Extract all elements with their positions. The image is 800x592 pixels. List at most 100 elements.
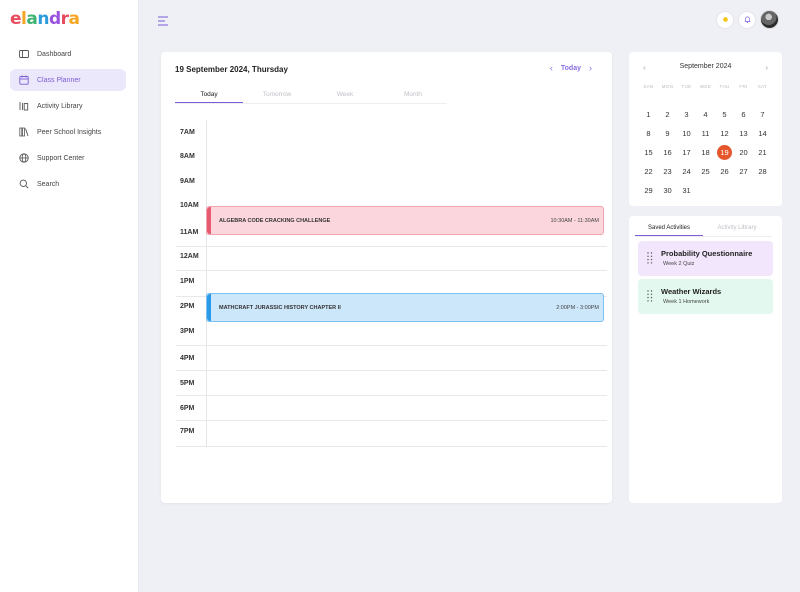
day-number: 20 — [739, 148, 748, 157]
avatar[interactable] — [760, 10, 779, 29]
sidebar-item-support-center[interactable]: Support Center — [10, 147, 126, 169]
sidebar-item-activity-library[interactable]: Activity Library — [10, 95, 126, 117]
drag-handle-icon[interactable] — [647, 290, 653, 302]
calendar-days: 1 2 3 4 5 6 7 8 9 10 11 12 13 14 15 16 17 18 19 20 21 22 23 24 2… — [639, 105, 772, 200]
calendar-day[interactable]: 24 — [677, 162, 696, 181]
calendar-day[interactable]: 10 — [677, 124, 696, 143]
calendar-icon — [19, 75, 29, 85]
weekday-label: THU — [719, 84, 730, 89]
logo[interactable]: elandra — [10, 9, 80, 29]
calendar-day[interactable]: 20 — [734, 143, 753, 162]
sidebar-item-label: Support Center — [37, 154, 85, 162]
calendar-day[interactable]: 25 — [696, 162, 715, 181]
sidebar-item-search[interactable]: Search — [10, 173, 126, 195]
hour-gridline — [176, 246, 607, 247]
hour-gridline — [176, 270, 607, 271]
drag-handle-icon[interactable] — [647, 252, 653, 264]
tab-activity-library[interactable]: Activity Library — [703, 225, 771, 236]
calendar-day[interactable]: 13 — [734, 124, 753, 143]
sidebar-item-class-planner[interactable]: Class Planner — [10, 69, 126, 91]
page-title: 19 September 2024, Thursday — [175, 65, 288, 74]
calendar-day[interactable]: 9 — [658, 124, 677, 143]
time-label: 12AM — [180, 253, 199, 260]
activity-title: Probability Questionnaire — [661, 249, 753, 258]
menu-toggle-button[interactable] — [157, 14, 169, 26]
calendar-day-selected[interactable]: 19 — [715, 143, 734, 162]
logo-letter: r — [60, 9, 69, 29]
date-navigation: ‹ Today › — [550, 63, 592, 73]
calendar-month-label: September 2024 — [679, 63, 732, 70]
calendar-day[interactable]: 23 — [658, 162, 677, 181]
calendar-day[interactable]: 31 — [677, 181, 696, 200]
time-label: 10AM — [180, 202, 199, 209]
layout-icon — [19, 49, 29, 59]
today-button[interactable]: Today — [561, 65, 581, 72]
calendar-day[interactable]: 14 — [753, 124, 772, 143]
tab-week[interactable]: Week — [311, 91, 379, 103]
calendar-day[interactable]: 26 — [715, 162, 734, 181]
time-label: 5PM — [180, 380, 195, 387]
chevron-left-icon[interactable]: ‹ — [643, 63, 646, 72]
calendar-day[interactable]: 27 — [734, 162, 753, 181]
day-number: 11 — [701, 129, 710, 138]
logo-letter: d — [48, 9, 61, 29]
weekday-label: SAN — [643, 84, 654, 89]
calendar-day[interactable]: 30 — [658, 181, 677, 200]
day-number: 24 — [682, 167, 691, 176]
calendar-day[interactable]: 17 — [677, 143, 696, 162]
tab-tomorrow[interactable]: Tomorrow — [243, 91, 311, 103]
calendar-day[interactable]: 6 — [734, 105, 753, 124]
day-number: 21 — [758, 148, 767, 157]
calendar-day[interactable]: 3 — [677, 105, 696, 124]
time-label: 2PM — [180, 303, 195, 310]
day-number: 8 — [646, 129, 651, 138]
sidebar-item-label: Search — [37, 180, 60, 188]
chevron-left-icon[interactable]: ‹ — [550, 63, 553, 73]
event-card[interactable]: MATHCRAFT JURASSIC HISTORY CHAPTER II 2:… — [206, 293, 604, 322]
time-label: 3PM — [180, 328, 195, 335]
calendar-day[interactable]: 7 — [753, 105, 772, 124]
top-actions — [716, 10, 779, 29]
event-card[interactable]: ALGEBRA CODE CRACKING CHALLENGE 10:30AM … — [206, 206, 604, 235]
calendar-day[interactable]: 11 — [696, 124, 715, 143]
day-number: 28 — [758, 167, 767, 176]
tab-today[interactable]: Today — [175, 91, 243, 103]
calendar-day[interactable]: 4 — [696, 105, 715, 124]
weekday-label: TUE — [681, 84, 692, 89]
activity-title: Weather Wizards — [661, 287, 722, 296]
library-icon — [19, 101, 29, 111]
calendar-day[interactable]: 1 — [639, 105, 658, 124]
day-number: 22 — [644, 167, 653, 176]
calendar-day[interactable]: 8 — [639, 124, 658, 143]
theme-toggle-button[interactable] — [716, 10, 734, 29]
calendar-day[interactable]: 28 — [753, 162, 772, 181]
sidebar-item-peer-school-insights[interactable]: Peer School Insights — [10, 121, 126, 143]
hour-gridline — [176, 420, 607, 421]
calendar-day[interactable]: 2 — [658, 105, 677, 124]
tab-saved-activities[interactable]: Saved Activities — [635, 225, 703, 236]
day-number: 1 — [646, 110, 651, 119]
chevron-right-icon[interactable]: › — [589, 63, 592, 73]
event-title: MATHCRAFT JURASSIC HISTORY CHAPTER II — [219, 304, 341, 311]
calendar-day[interactable]: 16 — [658, 143, 677, 162]
activity-card[interactable]: Weather Wizards Week 1 Homework — [638, 279, 773, 314]
weekday-label: MON — [661, 84, 674, 89]
day-number: 12 — [720, 129, 729, 138]
chevron-right-icon[interactable]: › — [765, 63, 768, 72]
tab-month[interactable]: Month — [379, 91, 447, 103]
calendar-day[interactable]: 5 — [715, 105, 734, 124]
activity-card[interactable]: Probability Questionnaire Week 2 Quiz — [638, 241, 773, 276]
calendar-day[interactable]: 22 — [639, 162, 658, 181]
calendar-day[interactable]: 18 — [696, 143, 715, 162]
view-tabs: Today Tomorrow Week Month — [175, 91, 447, 104]
day-number: 15 — [644, 148, 653, 157]
notifications-button[interactable] — [738, 10, 756, 29]
planner-card: 19 September 2024, Thursday ‹ Today › To… — [161, 52, 612, 503]
time-divider — [206, 120, 207, 446]
calendar-day[interactable]: 29 — [639, 181, 658, 200]
calendar-day[interactable]: 21 — [753, 143, 772, 162]
sidebar-item-dashboard[interactable]: Dashboard — [10, 43, 126, 65]
calendar-day[interactable]: 12 — [715, 124, 734, 143]
calendar-day[interactable]: 15 — [639, 143, 658, 162]
day-number: 6 — [741, 110, 746, 119]
